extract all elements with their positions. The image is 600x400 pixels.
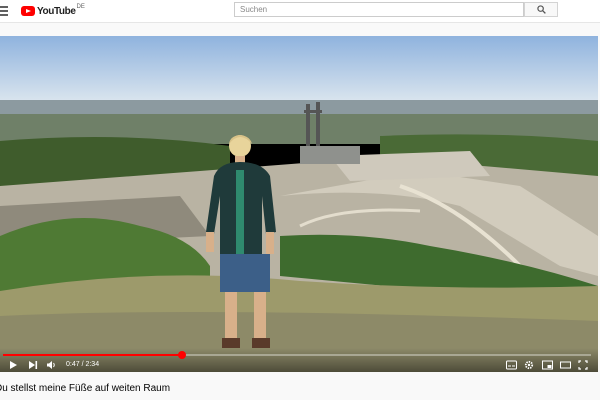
progress-handle[interactable] bbox=[178, 351, 187, 359]
player-controls: 0:47 / 2:34 bbox=[0, 348, 598, 372]
search-button[interactable] bbox=[524, 2, 558, 17]
menu-icon[interactable] bbox=[0, 6, 8, 16]
logo-region: DE bbox=[76, 4, 85, 10]
search-placeholder: Suchen bbox=[240, 5, 268, 14]
search-input[interactable]: Suchen bbox=[234, 2, 524, 17]
search-icon bbox=[536, 5, 546, 14]
progress-bar[interactable] bbox=[3, 351, 591, 359]
settings-icon[interactable] bbox=[524, 360, 534, 370]
youtube-logo[interactable]: YouTube DE bbox=[21, 4, 85, 18]
current-time: 0:47 bbox=[66, 361, 80, 368]
time-display: 0:47 / 2:34 bbox=[66, 361, 100, 368]
fullscreen-icon[interactable] bbox=[578, 360, 588, 370]
progress-fill bbox=[3, 354, 183, 356]
subtitles-icon[interactable] bbox=[506, 360, 517, 370]
video-player[interactable]: 0:47 / 2:34 bbox=[0, 36, 598, 372]
theater-icon[interactable] bbox=[560, 360, 571, 370]
duration: 2:34 bbox=[85, 361, 100, 368]
video-title: Du stellst meine Füße auf weiten Raum bbox=[0, 383, 171, 394]
masthead: YouTube DE Suchen bbox=[0, 0, 600, 23]
volume-icon[interactable] bbox=[46, 360, 57, 370]
miniplayer-icon[interactable] bbox=[542, 360, 553, 370]
logo-play-icon bbox=[21, 6, 35, 16]
play-icon[interactable] bbox=[8, 360, 18, 370]
video-frame bbox=[0, 36, 598, 372]
next-icon[interactable] bbox=[28, 360, 38, 370]
logo-text: YouTube bbox=[37, 5, 76, 17]
